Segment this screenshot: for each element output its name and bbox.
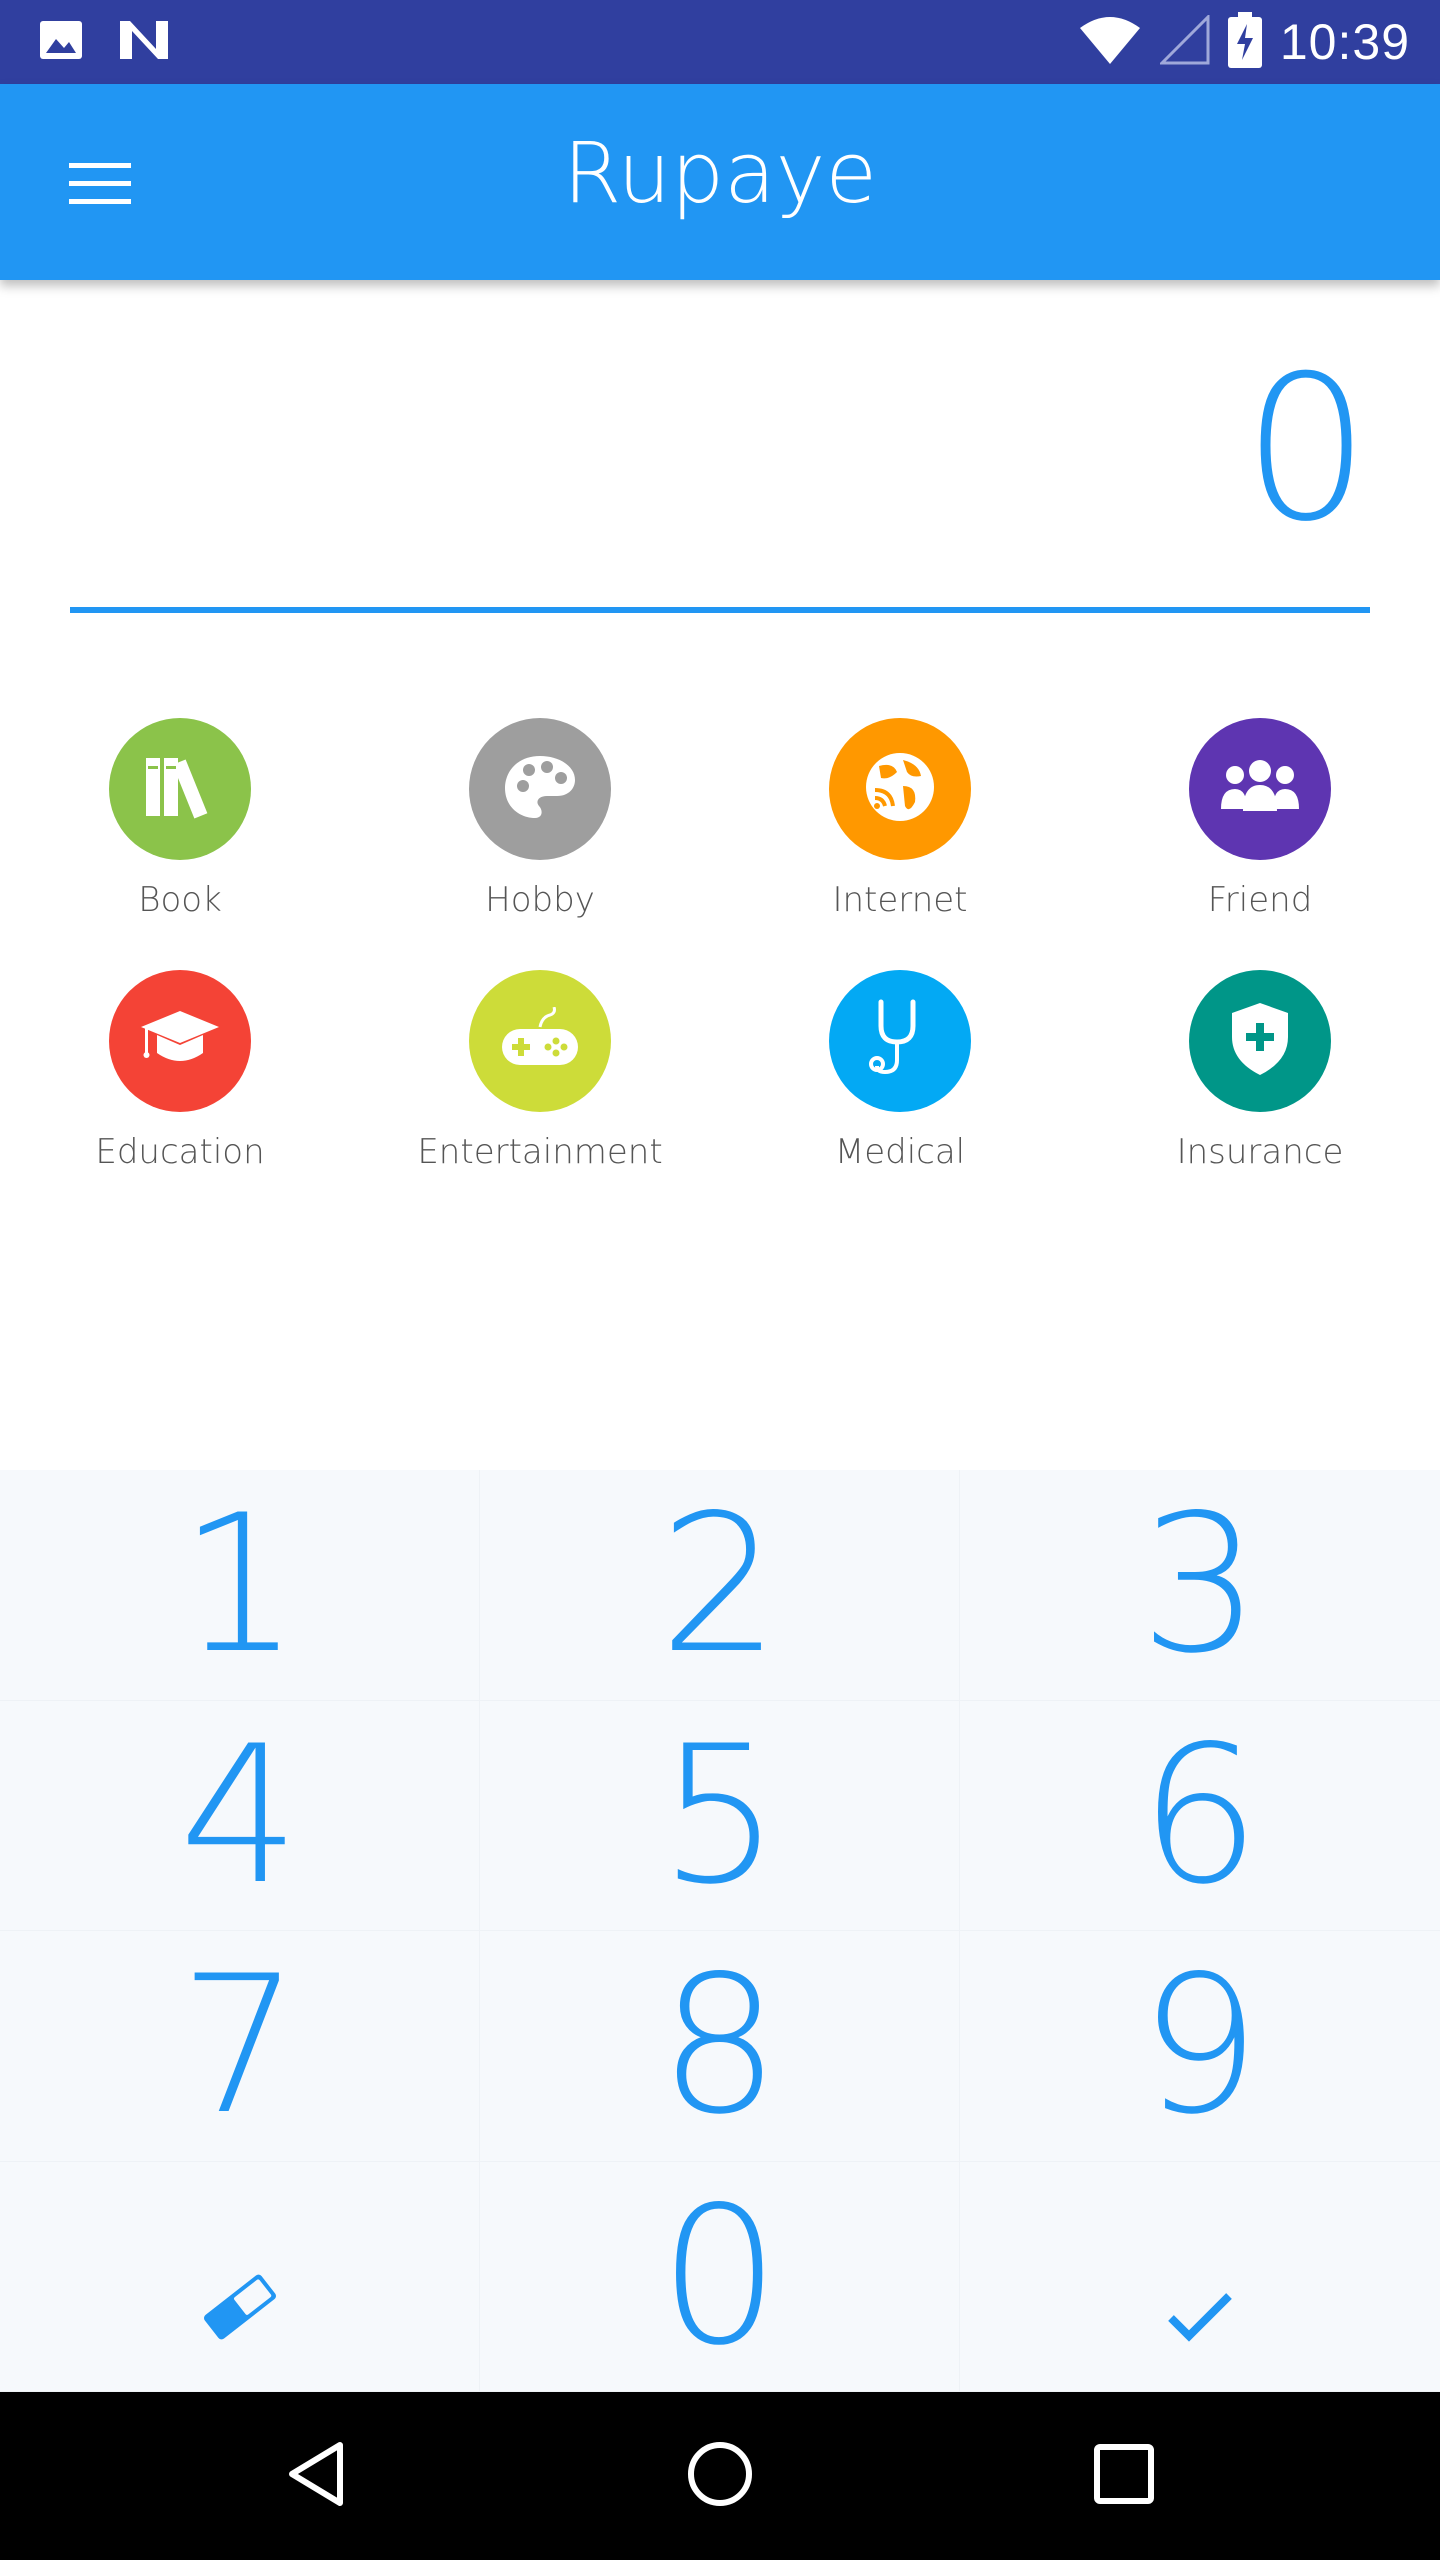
- category-friend-circle: [1189, 718, 1331, 860]
- category-label: Insurance: [1176, 1132, 1344, 1172]
- key-9[interactable]: 9: [960, 1931, 1440, 2162]
- category-medical-circle: [829, 970, 971, 1112]
- key-1[interactable]: 1: [0, 1470, 480, 1701]
- category-hobby-circle: [469, 718, 611, 860]
- app-title: Rupaye: [562, 124, 877, 222]
- eraser-icon: [200, 2166, 280, 2387]
- category-label: Education: [95, 1132, 265, 1172]
- key-8[interactable]: 8: [480, 1931, 960, 2162]
- status-left-icons: [38, 18, 172, 66]
- category-label: Entertainment: [417, 1132, 663, 1172]
- key-7[interactable]: 7: [0, 1931, 480, 2162]
- category-label: Internet: [832, 880, 968, 920]
- category-internet-circle: [829, 718, 971, 860]
- category-entertainment-circle: [469, 970, 611, 1112]
- amount-underline: [70, 607, 1370, 613]
- status-time: 10:39: [1279, 14, 1410, 70]
- system-nav-bar: [0, 2392, 1440, 2560]
- recents-icon: [1093, 2443, 1155, 2510]
- app-bar: Rupaye: [0, 84, 1440, 280]
- amount-value: 0: [1242, 333, 1370, 566]
- category-hobby[interactable]: Hobby: [360, 718, 720, 920]
- category-friend[interactable]: Friend: [1080, 718, 1440, 920]
- n-logo-icon: [116, 19, 172, 66]
- signal-icon: [1158, 12, 1210, 70]
- category-label: Hobby: [485, 880, 595, 920]
- check-icon: [1167, 2166, 1233, 2387]
- category-label: Book: [138, 880, 222, 920]
- key-5[interactable]: 5: [480, 1700, 960, 1931]
- people-icon: [1219, 759, 1301, 820]
- category-education[interactable]: Education: [0, 970, 360, 1172]
- shield-icon: [1228, 1001, 1292, 1082]
- image-icon: [38, 19, 84, 66]
- back-icon: [286, 2439, 346, 2514]
- palette-icon: [501, 752, 579, 827]
- category-insurance[interactable]: Insurance: [1080, 970, 1440, 1172]
- category-book-circle: [109, 718, 251, 860]
- amount-display: 0: [70, 330, 1370, 620]
- category-education-circle: [109, 970, 251, 1112]
- back-button[interactable]: [268, 2428, 364, 2524]
- key-4[interactable]: 4: [0, 1700, 480, 1931]
- home-icon: [685, 2439, 755, 2514]
- home-button[interactable]: [672, 2428, 768, 2524]
- key-3[interactable]: 3: [960, 1470, 1440, 1701]
- category-insurance-circle: [1189, 970, 1331, 1112]
- stethoscope-icon: [865, 998, 935, 1085]
- graduation-cap-icon: [139, 1007, 221, 1076]
- book-icon: [140, 752, 220, 827]
- confirm-button[interactable]: [960, 2162, 1440, 2392]
- key-6[interactable]: 6: [960, 1701, 1440, 1931]
- wifi-icon: [1078, 14, 1142, 71]
- category-internet[interactable]: Internet: [720, 718, 1080, 920]
- category-medical[interactable]: Medical: [720, 970, 1080, 1172]
- category-label: Friend: [1207, 880, 1313, 920]
- key-0[interactable]: 0: [480, 2161, 960, 2392]
- globe-icon: [863, 750, 937, 829]
- category-grid: Book Hobby Internet Friend Education Ent…: [0, 718, 1440, 1172]
- status-bar: 10:39: [0, 0, 1440, 84]
- status-right-icons: 10:39: [1078, 10, 1410, 74]
- clear-button[interactable]: [0, 2161, 480, 2392]
- category-entertainment[interactable]: Entertainment: [360, 970, 720, 1172]
- recents-button[interactable]: [1076, 2428, 1172, 2524]
- gamepad-icon: [498, 1006, 582, 1076]
- key-2[interactable]: 2: [480, 1470, 960, 1701]
- category-label: Medical: [834, 1132, 966, 1172]
- battery-charging-icon: [1227, 11, 1262, 73]
- category-book[interactable]: Book: [0, 718, 360, 920]
- number-keypad: 1 2 3 4 5 6 7 8 9 0: [0, 1470, 1440, 2392]
